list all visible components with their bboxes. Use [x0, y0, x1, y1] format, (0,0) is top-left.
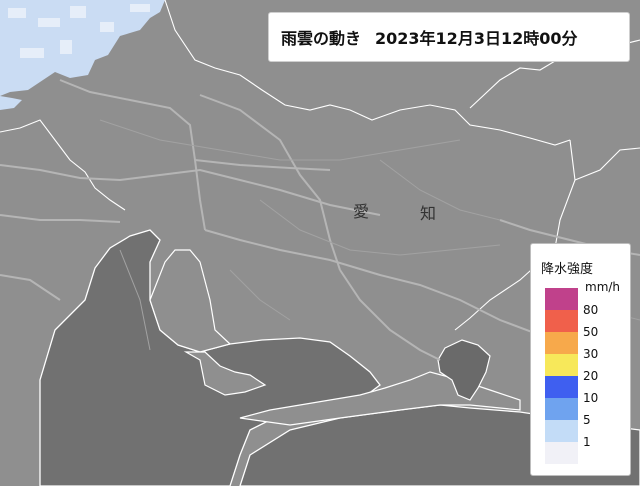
legend-unit: mm/h	[585, 280, 621, 294]
legend-swatch	[545, 398, 578, 420]
legend-swatch	[545, 354, 578, 376]
rain-radar-map: 愛 知 雨雲の動き 2023年12月3日12時00分 降水強度 mm/h 80 5…	[0, 0, 640, 486]
legend-swatch	[545, 332, 578, 354]
observation-time: 2023年12月3日12時00分	[375, 29, 578, 48]
legend-swatch	[545, 288, 578, 310]
legend-level-label: 10	[583, 391, 599, 405]
legend-swatch	[545, 376, 578, 398]
timestamp-header: 雨雲の動き 2023年12月3日12時00分	[268, 12, 630, 62]
legend-level-label: 5	[583, 413, 591, 427]
legend-swatch	[545, 310, 578, 332]
legend-level-label: 1	[583, 435, 591, 449]
map-title: 雨雲の動き	[281, 29, 362, 48]
place-label-ai: 愛	[353, 202, 370, 221]
place-label-chi: 知	[420, 204, 437, 223]
legend-level-label: 30	[583, 347, 599, 361]
legend-swatch	[545, 420, 578, 442]
legend-level-label: 50	[583, 325, 599, 339]
legend-level-label: 20	[583, 369, 599, 383]
legend-swatch	[545, 442, 578, 464]
legend-level-label: 80	[583, 303, 599, 317]
precipitation-legend: 降水強度 mm/h 80 50 30 20 10 5 1	[530, 243, 631, 476]
legend-title: 降水強度	[541, 262, 594, 277]
